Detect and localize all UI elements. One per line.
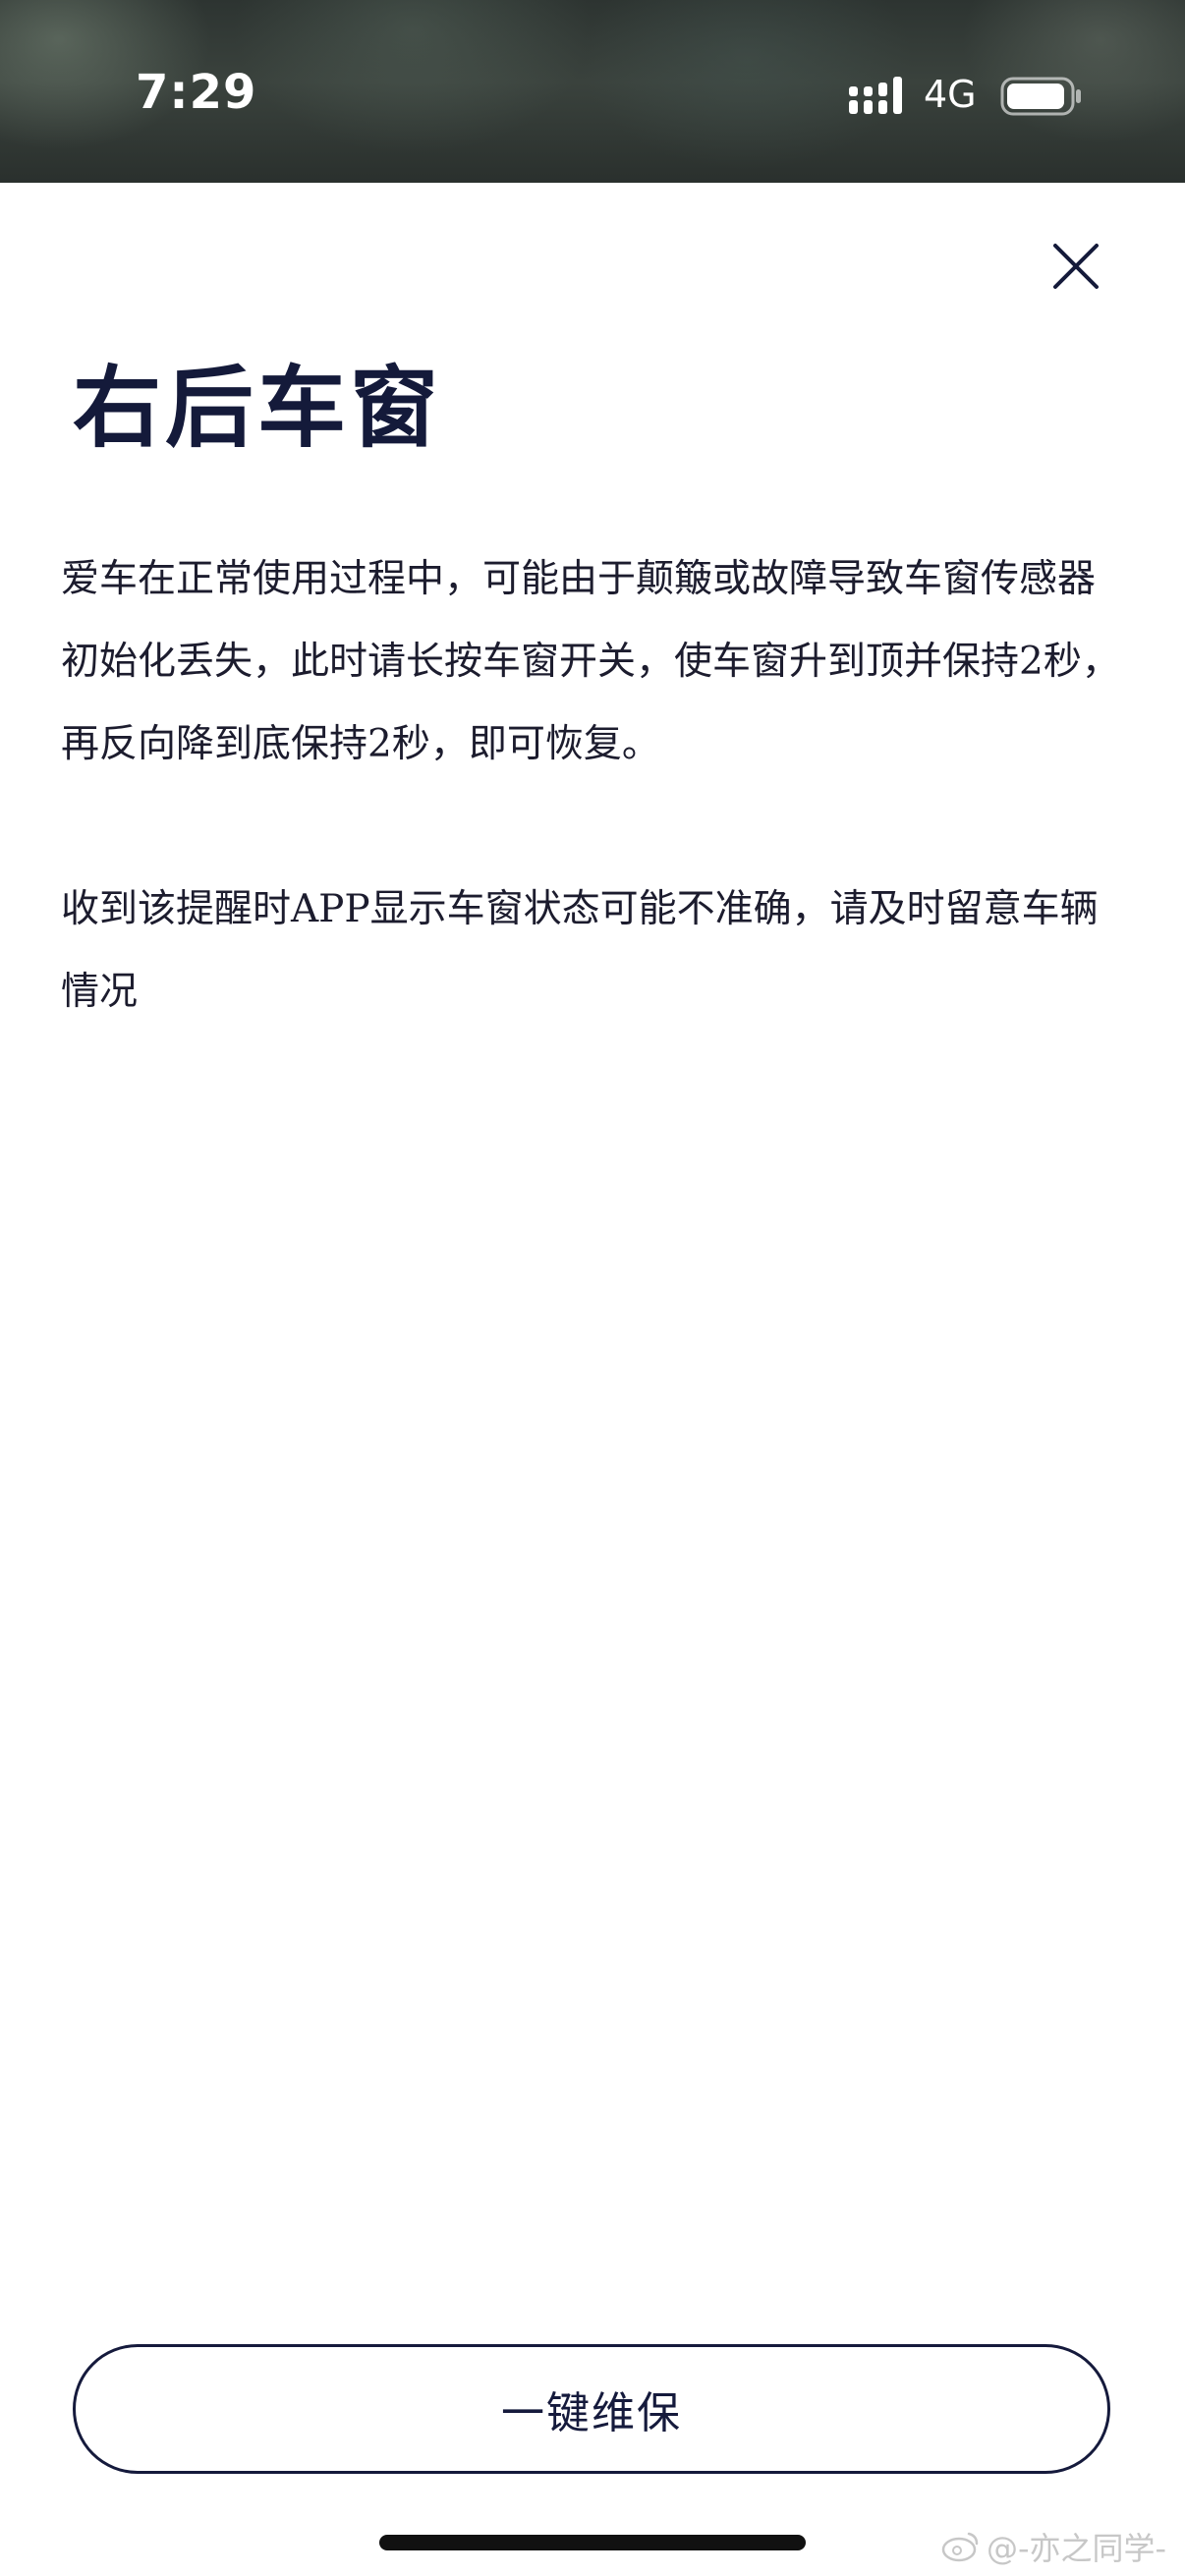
weibo-icon xyxy=(941,2532,979,2562)
watermark-text: @-亦之同学- xyxy=(987,2530,1167,2567)
status-bar: 7:29 4G xyxy=(0,0,1185,183)
message-paragraph-recovery: 爱车在正常使用过程中，可能由于颠簸或故障导致车窗传感器初始化丢失，此时请长按车窗… xyxy=(61,557,1120,766)
cellular-signal-icon xyxy=(849,77,902,114)
close-icon xyxy=(1053,244,1099,289)
maintenance-button-label: 一键维保 xyxy=(501,2388,682,2438)
close-button[interactable] xyxy=(1042,232,1110,301)
page-title: 右后车窗 xyxy=(73,357,442,460)
status-time: 7:29 xyxy=(136,65,257,120)
home-indicator[interactable] xyxy=(379,2535,806,2550)
one-click-maintenance-button[interactable]: 一键维保 xyxy=(73,2344,1110,2474)
message-paragraph-warning: 收到该提醒时APP显示车窗状态可能不准确，请及时留意车辆情况 xyxy=(61,887,1099,1014)
network-type: 4G xyxy=(924,73,977,116)
battery-icon xyxy=(1000,77,1081,116)
watermark: @-亦之同学- xyxy=(941,2525,1166,2568)
message-content: 爱车在正常使用过程中，可能由于颠簸或故障导致车窗传感器初始化丢失，此时请长按车窗… xyxy=(61,538,1128,1034)
